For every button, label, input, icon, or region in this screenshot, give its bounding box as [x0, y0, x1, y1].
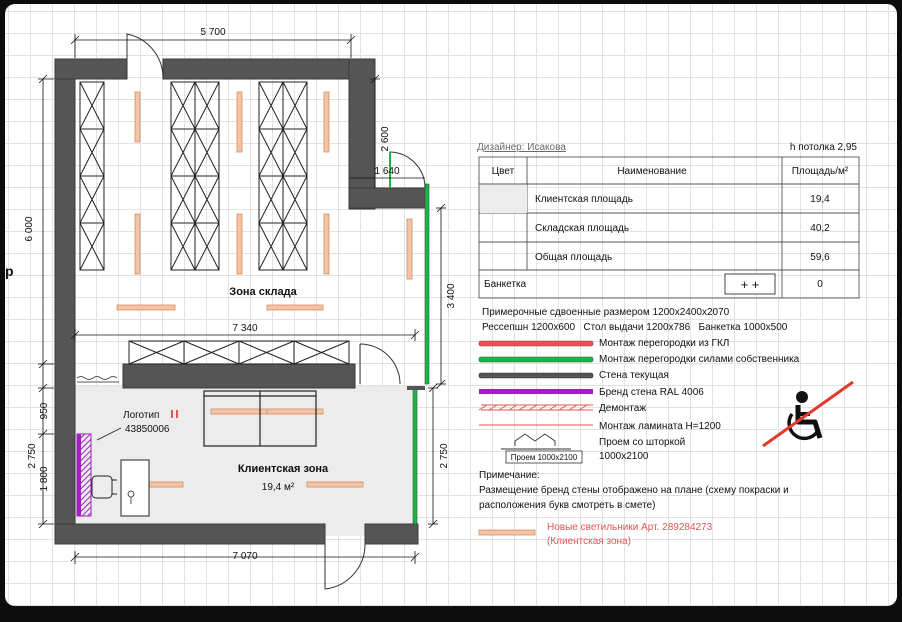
note-line1: Размещение бренд стены отображено на пла… [479, 484, 789, 496]
dim-6000-label: 6 000 [24, 216, 35, 241]
opening-symbol: Проем 1000х2100 [501, 433, 583, 464]
banquette-value: 0 [817, 279, 823, 290]
lamp [323, 213, 330, 275]
table-row-value: 19,4 [810, 194, 830, 205]
ceiling-label: h потолка 2,95 [790, 142, 858, 153]
lamp [116, 304, 176, 311]
reception-desk [120, 459, 150, 517]
dim-1800-label: 1 800 [39, 466, 50, 491]
client-area-swatch [480, 185, 527, 213]
wall-left [54, 58, 76, 545]
legend-item-label: Монтаж перегородки из ГКЛ [599, 338, 729, 349]
floor-plan-sheet: 5 700 6 000 2 600 1 640 3 400 7 340 950 … [5, 4, 897, 606]
logo-code: 43850006 [125, 424, 170, 435]
wall-junction [407, 386, 425, 390]
lights-swatch [478, 529, 536, 536]
dim-2600-label: 2 600 [380, 126, 391, 151]
table-row-value: 59,6 [810, 252, 830, 263]
dim-bottom-label: 7 070 [232, 551, 257, 562]
wall-top-left [54, 58, 128, 80]
dim-7340-label: 7 340 [232, 323, 257, 334]
opening-text2: 1000х2100 [599, 451, 649, 462]
client-area-label: 19,4 м² [262, 482, 295, 493]
dim-2750-left-label: 2 750 [27, 443, 38, 468]
wall-pillar [348, 58, 376, 210]
table-header-name: Наименование [617, 166, 687, 177]
lamp [323, 91, 330, 153]
door-mid [359, 343, 401, 385]
lamp [266, 408, 324, 415]
table-row-name: Общая площадь [535, 251, 612, 263]
lamp [134, 213, 141, 275]
zone-warehouse-label: Зона склада [229, 286, 297, 298]
lamp [134, 91, 141, 143]
door-bottom [324, 543, 366, 590]
lights-line1: Новые светильники Арт. 289284273 [547, 522, 713, 533]
door-top [126, 33, 164, 80]
green-partition-lower [412, 387, 418, 525]
legend-item-label: Демонтаж [599, 403, 646, 414]
sizes-line2: Рессепшн 1200х600 Стол выдачи 1200х786 Б… [482, 322, 788, 333]
table-row-name: Клиентская площадь [535, 194, 633, 205]
dim-950-label: 950 [39, 402, 50, 419]
wall-top-right [162, 58, 376, 80]
lamp [406, 218, 413, 280]
edge-char: р [5, 263, 14, 279]
rack-column-3 [258, 81, 308, 271]
designer-label: Дизайнер: Исакова [477, 142, 566, 153]
rack-column-2 [170, 81, 220, 271]
lights-line2: (Клиентская зона) [547, 536, 631, 547]
logo-label: Логотип [123, 410, 159, 421]
table-header-area: Площадь/м² [792, 166, 849, 177]
dim-top-label: 5 700 [200, 27, 225, 38]
curtain-icon [76, 376, 118, 380]
sizes-line1: Примерочные сдвоенные размером 1200х2400… [482, 307, 730, 318]
lamp [236, 213, 243, 275]
legend-swatch-brand [479, 389, 593, 394]
legend-swatch-gkl [478, 340, 594, 347]
dim-1640-label: 1 640 [374, 166, 399, 177]
zone-client-label: Клиентская зона [238, 463, 329, 475]
legend-swatch-wall [478, 372, 594, 379]
dim-2750-right-label: 2 750 [439, 443, 450, 468]
legend-item-label: Монтаж перегородки силами собственника [599, 353, 800, 365]
floor-plan-svg: 5 700 6 000 2 600 1 640 3 400 7 340 950 … [5, 27, 860, 590]
banquette-label: Банкетка [484, 279, 527, 290]
opening-symbol-label: Проем 1000х2100 [511, 453, 578, 462]
table-header-color: Цвет [492, 166, 515, 177]
legend-item-label: Бренд стена RAL 4006 [599, 387, 704, 398]
legend-item-label: Стена текущая [599, 370, 669, 381]
rack-row-bottom [128, 340, 350, 365]
partition-counter [122, 363, 356, 389]
legend: Монтаж перегородки из ГКЛ Монтаж перегор… [478, 338, 800, 432]
wall-bottom-left [54, 523, 326, 545]
rack-column-1 [79, 81, 105, 271]
legend-swatch-demolition [478, 404, 593, 411]
wall-bottom-right [364, 523, 419, 545]
wall-step [348, 187, 426, 209]
legend-swatch-owner [478, 356, 594, 363]
opening-text1: Проем со шторкой [599, 437, 685, 448]
note-title: Примечание: [479, 470, 540, 481]
lamp [236, 91, 243, 153]
dim-3400-label: 3 400 [446, 283, 457, 308]
lamp [306, 481, 364, 488]
wheelchair-crossed-icon [762, 380, 854, 448]
legend-item-label: Монтаж ламината Н=1200 [599, 421, 721, 432]
banquette-symbol: + + [741, 277, 760, 292]
note-line2: расположения букв смотреть в смете) [479, 499, 656, 511]
table-row-value: 40,2 [810, 223, 830, 234]
warehouse-racks [79, 81, 350, 365]
lamp [266, 304, 324, 311]
lamp [210, 408, 268, 415]
table-row-name: Складская площадь [535, 223, 629, 234]
green-partition-upper [424, 183, 430, 385]
